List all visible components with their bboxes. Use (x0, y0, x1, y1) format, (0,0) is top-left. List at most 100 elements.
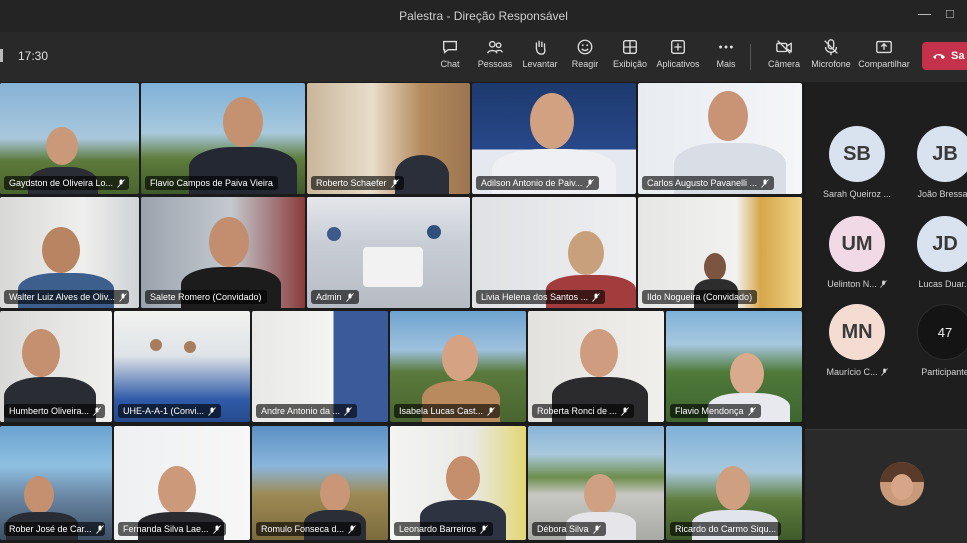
mic-muted-icon (117, 178, 125, 188)
avatar-name: Lucas Duar... (918, 279, 967, 289)
video-tile[interactable]: Carlos Augusto Pavanelli ... (638, 83, 802, 194)
participant-name-tag: Humberto Oliveira... (4, 404, 105, 418)
mic-muted-icon (621, 406, 629, 416)
share-label: Compartilhar (858, 59, 910, 69)
raise-hand-icon (535, 40, 546, 55)
meeting-toolbar: 17:30 Chat Pessoas Levantar Reagir Exibi… (0, 32, 967, 82)
view-label: Exibição (612, 59, 648, 69)
people-label: Pessoas (477, 59, 513, 69)
avatar: SB (829, 126, 885, 182)
mic-muted-icon (480, 524, 488, 534)
video-tile[interactable]: Adilson Antonio de Paiv... (472, 83, 636, 194)
participant-name-tag: Carlos Augusto Pavanelli ... (642, 176, 775, 190)
avatar-name: Sarah Queiroz ... (822, 189, 892, 199)
video-tile[interactable]: Ildo Nogueira (Convidado) (638, 197, 802, 308)
more-label: Mais (716, 59, 736, 69)
video-tile[interactable]: Flavio Mendonça (666, 311, 802, 422)
maximize-icon[interactable]: □ (946, 6, 954, 21)
people-icon (487, 40, 503, 54)
participant-name-tag: Andre Antonio da ... (256, 404, 358, 418)
video-tile[interactable]: Isabela Lucas Cast... (390, 311, 526, 422)
mic-muted-icon (592, 292, 600, 302)
avatar-name: Uelinton N... (827, 279, 887, 289)
share-icon (876, 40, 892, 54)
video-grid: Gaydston de Oliveira Lo... Flavio Campos… (0, 82, 805, 543)
video-tile[interactable]: Romulo Fonseca d... (252, 426, 388, 540)
video-tile[interactable]: Leonardo Barreiros (390, 426, 526, 540)
mic-muted-icon (95, 524, 104, 534)
self-view-tile[interactable] (805, 429, 967, 543)
participants-count: 47 (917, 304, 967, 360)
participant-name-tag: Roberto Schaefer (311, 176, 404, 190)
react-label: Reagir (571, 59, 599, 69)
mic-muted-icon (345, 292, 354, 302)
mic-muted-icon (761, 178, 769, 188)
more-icon (719, 45, 733, 49)
video-tile[interactable]: Humberto Oliveira... (0, 311, 112, 422)
camera-label: Câmera (767, 59, 800, 69)
mic-muted-icon (487, 406, 495, 416)
participant-name-tag: Ildo Nogueira (Convidado) (642, 290, 758, 304)
video-tile[interactable]: UHE-A-A-1 (Convi... (114, 311, 250, 422)
participant-avatar-item[interactable]: MN Maurício C... (817, 304, 897, 390)
participants-overflow-button[interactable]: 47 Participante (905, 304, 967, 390)
mic-muted-icon (879, 280, 887, 288)
participants-count-label: Participante (921, 367, 967, 377)
participant-name-tag: Salete Romero (Convidado) (145, 290, 267, 304)
participant-name-tag: Débora Silva (532, 522, 606, 536)
meeting-timer: 17:30 (18, 49, 49, 63)
participant-name-tag: Fernanda Silva Lae... (118, 522, 226, 536)
participant-name-tag: Flavio Campos de Paiva Vieira (145, 176, 278, 190)
mic-muted-icon (344, 406, 352, 416)
camera-off-icon (776, 40, 792, 54)
video-tile-speaking[interactable]: Salete Romero (Convidado) (141, 197, 305, 308)
video-tile[interactable]: Andre Antonio da ... (252, 311, 388, 422)
participant-avatar-item[interactable]: JB João Bressan (905, 126, 967, 212)
video-tile[interactable]: Livia Helena dos Santos ... (472, 197, 636, 308)
mic-muted-icon (747, 406, 756, 416)
participant-name-tag: Admin (311, 290, 359, 304)
minimize-icon[interactable]: — (918, 6, 931, 21)
window-title: Palestra - Direção Responsável (399, 9, 568, 23)
participant-name-tag: Isabela Lucas Cast... (394, 404, 501, 418)
leave-button[interactable]: Sa (922, 42, 967, 70)
avatar: MN (829, 304, 885, 360)
view-grid-icon (623, 40, 637, 54)
mic-muted-icon (348, 524, 356, 534)
video-tile[interactable]: Ricardo do Carmo Siqu... (666, 426, 802, 540)
video-tile[interactable]: Admin (307, 197, 470, 308)
avatar-name: Maurício C... (826, 367, 888, 377)
title-bar: Palestra - Direção Responsável — □ (0, 0, 967, 32)
mic-muted-icon (208, 406, 216, 416)
video-tile[interactable]: Walter Luiz Alves de Oliv... (0, 197, 139, 308)
share-button[interactable]: Compartilhar (856, 38, 912, 78)
microphone-button[interactable]: Microfone (803, 38, 859, 78)
participant-name-tag: Adilson Antonio de Paiv... (476, 176, 600, 190)
avatar: JD (917, 216, 967, 272)
more-button[interactable]: Mais (698, 38, 754, 78)
chat-icon (443, 40, 457, 54)
video-tile[interactable]: Roberta Ronci de ... (528, 311, 664, 422)
video-tile[interactable]: Débora Silva (528, 426, 664, 540)
participant-name-tag: Livia Helena dos Santos ... (476, 290, 606, 304)
participant-name-tag: UHE-A-A-1 (Convi... (118, 404, 222, 418)
mic-muted-icon (93, 406, 101, 416)
mic-muted-icon (119, 292, 127, 302)
participant-avatar-item[interactable]: SB Sarah Queiroz ... (817, 126, 897, 212)
panel-edge (0, 49, 3, 62)
participants-sidebar: SB Sarah Queiroz ... JB João Bressan UM … (805, 82, 967, 543)
video-tile[interactable]: Fernanda Silva Lae... (114, 426, 250, 540)
participant-avatar-item[interactable]: UM Uelinton N... (817, 216, 897, 302)
participant-avatar-item[interactable]: JD Lucas Duar... (905, 216, 967, 302)
mic-muted-icon (880, 368, 888, 376)
video-tile[interactable]: Roberto Schaefer (307, 83, 470, 194)
apps-label: Aplicativos (656, 59, 700, 69)
avatar-name: João Bressan (917, 189, 967, 199)
video-tile[interactable]: Rober José de Car... (0, 426, 112, 540)
smiley-icon (577, 39, 593, 55)
video-tile[interactable]: Flavio Campos de Paiva Vieira (141, 83, 305, 194)
mic-muted-icon (586, 178, 595, 188)
self-avatar (880, 462, 924, 506)
participant-name-tag: Gaydston de Oliveira Lo... (4, 176, 130, 190)
video-tile[interactable]: Gaydston de Oliveira Lo... (0, 83, 139, 194)
